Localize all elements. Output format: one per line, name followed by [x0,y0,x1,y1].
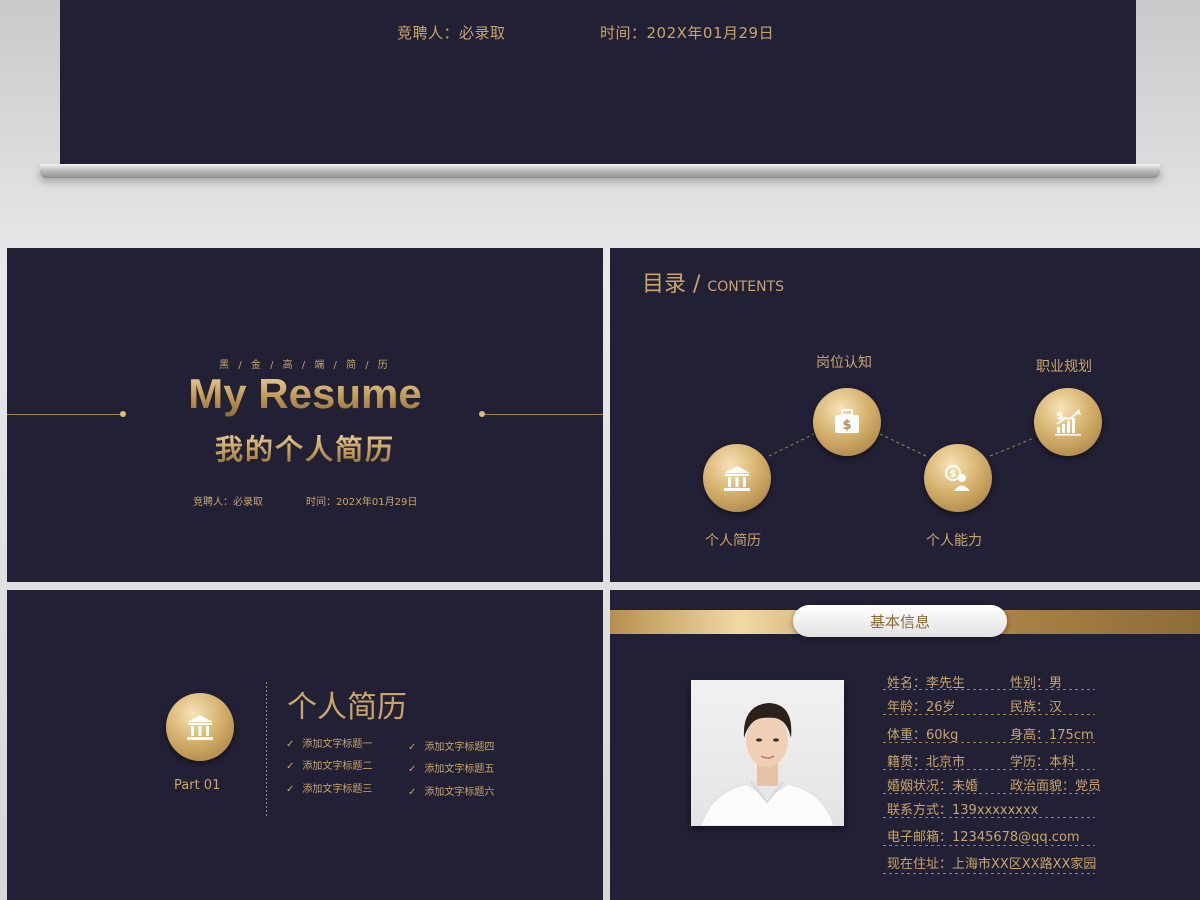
cover-slide[interactable]: 黑 / 金 / 高 / 端 / 简 / 历 My Resume 我的个人简历 竞… [7,248,603,582]
info-divider [883,769,1095,770]
check-icon: ✓ [286,761,295,772]
info-height: 身高：175cm [1010,728,1094,743]
info-marital: 婚姻状况：未婚 [887,779,979,794]
top-slide: 竞聘人：必录取 时间：202X年01月29日 [60,0,1136,164]
info-divider [883,793,1095,794]
contents-label-resume[interactable]: 个人简历 [705,530,761,550]
check-icon: ✓ [286,739,295,750]
info-education: 学历：本科 [1010,755,1076,770]
part-item-1: ✓ 添加文字标题一 [286,739,373,750]
part-title: 个人简历 [287,690,407,725]
part-slide[interactable]: Part 01 个人简历 ✓ 添加文字标题一 ✓ 添加文字标题二 ✓ 添加文字标题三 … [7,590,603,900]
cover-kicker: 黑 / 金 / 高 / 端 / 简 / 历 [219,360,391,371]
check-icon: ✓ [408,787,417,798]
info-ethnicity: 民族：汉 [1010,700,1063,715]
bank-icon [187,715,213,740]
part-item-4: ✓ 添加文字标题四 [408,742,495,753]
bank-icon [724,466,750,491]
top-date: 时间：202X年01月29日 [600,24,775,42]
info-divider [883,845,1095,846]
part-divider [266,682,267,818]
contents-label-plan[interactable]: 职业规划 [1036,356,1092,376]
contents-item-ability[interactable]: $ [924,444,992,512]
info-political: 政治面貌：党员 [1010,779,1102,794]
info-weight: 体重：60kg [887,728,959,743]
contents-connector-lines [768,433,1035,457]
contents-item-plan[interactable]: $ [1034,388,1102,456]
cover-date: 时间：202X年01月29日 [306,497,418,508]
person-dollar-icon: $ [945,465,970,491]
briefcase-icon: $ [835,409,859,433]
info-divider [883,714,1095,715]
part-item-3: ✓ 添加文字标题三 [286,784,373,795]
check-icon: ✓ [408,764,417,775]
avatar [700,703,835,826]
contents-item-resume[interactable] [703,444,771,512]
contents-label-position[interactable]: 岗位认知 [816,352,872,372]
svg-text:$: $ [842,418,851,433]
contents-item-position[interactable]: $ [813,388,881,456]
info-age: 年龄：26岁 [887,700,956,715]
info-header-pill: 基本信息 [793,605,1007,637]
part-label: Part 01 [174,778,221,793]
cover-presenter: 竞聘人：必录取 [193,497,263,508]
info-divider [883,689,1095,690]
profile-photo [691,680,844,826]
info-email: 电子邮箱：12345678@qq.com [887,830,1080,845]
cover-title: My Resume [7,370,603,418]
svg-text:$: $ [950,469,957,480]
top-presenter: 竞聘人：必录取 [397,24,506,42]
board-base [40,164,1160,178]
info-divider [883,817,1095,818]
info-address: 现在住址：上海市XX区XX路XX家园 [887,857,1097,872]
info-divider [883,742,1095,743]
info-phone: 联系方式：139xxxxxxxx [887,803,1039,818]
check-icon: ✓ [286,784,295,795]
info-origin: 籍贯：北京市 [887,755,966,770]
part-item-2: ✓ 添加文字标题二 [286,761,373,772]
info-slide[interactable]: 基本信息 姓名：李先生 性别：男 年龄：26岁 民族：汉 体重：60kg 身高：… [610,590,1200,900]
cover-subtitle: 我的个人简历 [7,428,603,468]
growth-chart-icon: $ [1055,409,1081,436]
part-item-5: ✓ 添加文字标题五 [408,764,495,775]
check-icon: ✓ [408,742,417,753]
part-icon-circle [166,693,234,761]
contents-slide[interactable]: 目录 / CONTENTS 个人简历 $ 岗位认知 $ 个人能力 $ 职业规划 [610,248,1200,582]
part-item-6: ✓ 添加文字标题六 [408,787,495,798]
contents-label-ability[interactable]: 个人能力 [926,530,982,550]
info-divider [883,873,1095,874]
